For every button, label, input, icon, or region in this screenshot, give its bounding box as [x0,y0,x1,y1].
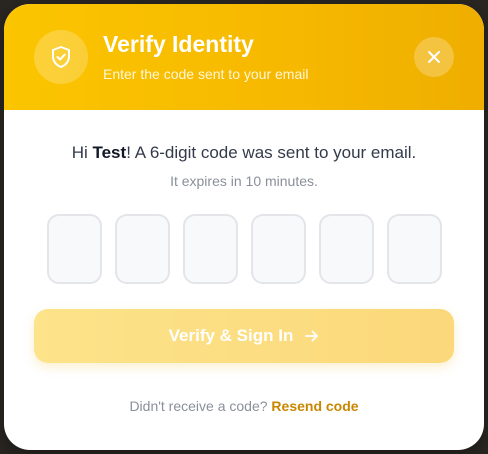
code-digit-6[interactable] [387,214,442,284]
shield-check-icon [34,30,88,84]
code-input-group [47,214,442,284]
resend-code-link[interactable]: Resend code [271,398,358,414]
verify-identity-dialog: Verify Identity Enter the code sent to y… [4,4,484,450]
close-icon [428,51,440,63]
code-digit-4[interactable] [251,214,306,284]
greeting-message: Hi Test! A 6-digit code was sent to your… [4,143,484,163]
verify-sign-in-button[interactable]: Verify & Sign In [34,309,454,363]
greeting-suffix: ! A 6-digit code was sent to your email. [126,143,417,162]
code-digit-3[interactable] [183,214,238,284]
verify-button-label: Verify & Sign In [168,326,294,345]
code-digit-1[interactable] [47,214,102,284]
resend-footer: Didn't receive a code? Resend code [4,398,484,414]
resend-prompt: Didn't receive a code? [129,398,268,414]
dialog-subtitle: Enter the code sent to your email [103,66,309,82]
greeting-prefix: Hi [71,143,93,162]
expiry-note: It expires in 10 minutes. [170,173,318,189]
code-digit-2[interactable] [115,214,170,284]
code-digit-5[interactable] [319,214,374,284]
dialog-title: Verify Identity [103,31,254,57]
user-name: Test [92,143,127,162]
dialog-header: Verify Identity Enter the code sent to y… [4,4,484,110]
close-button[interactable] [414,37,454,77]
arrow-right-icon [305,330,319,342]
